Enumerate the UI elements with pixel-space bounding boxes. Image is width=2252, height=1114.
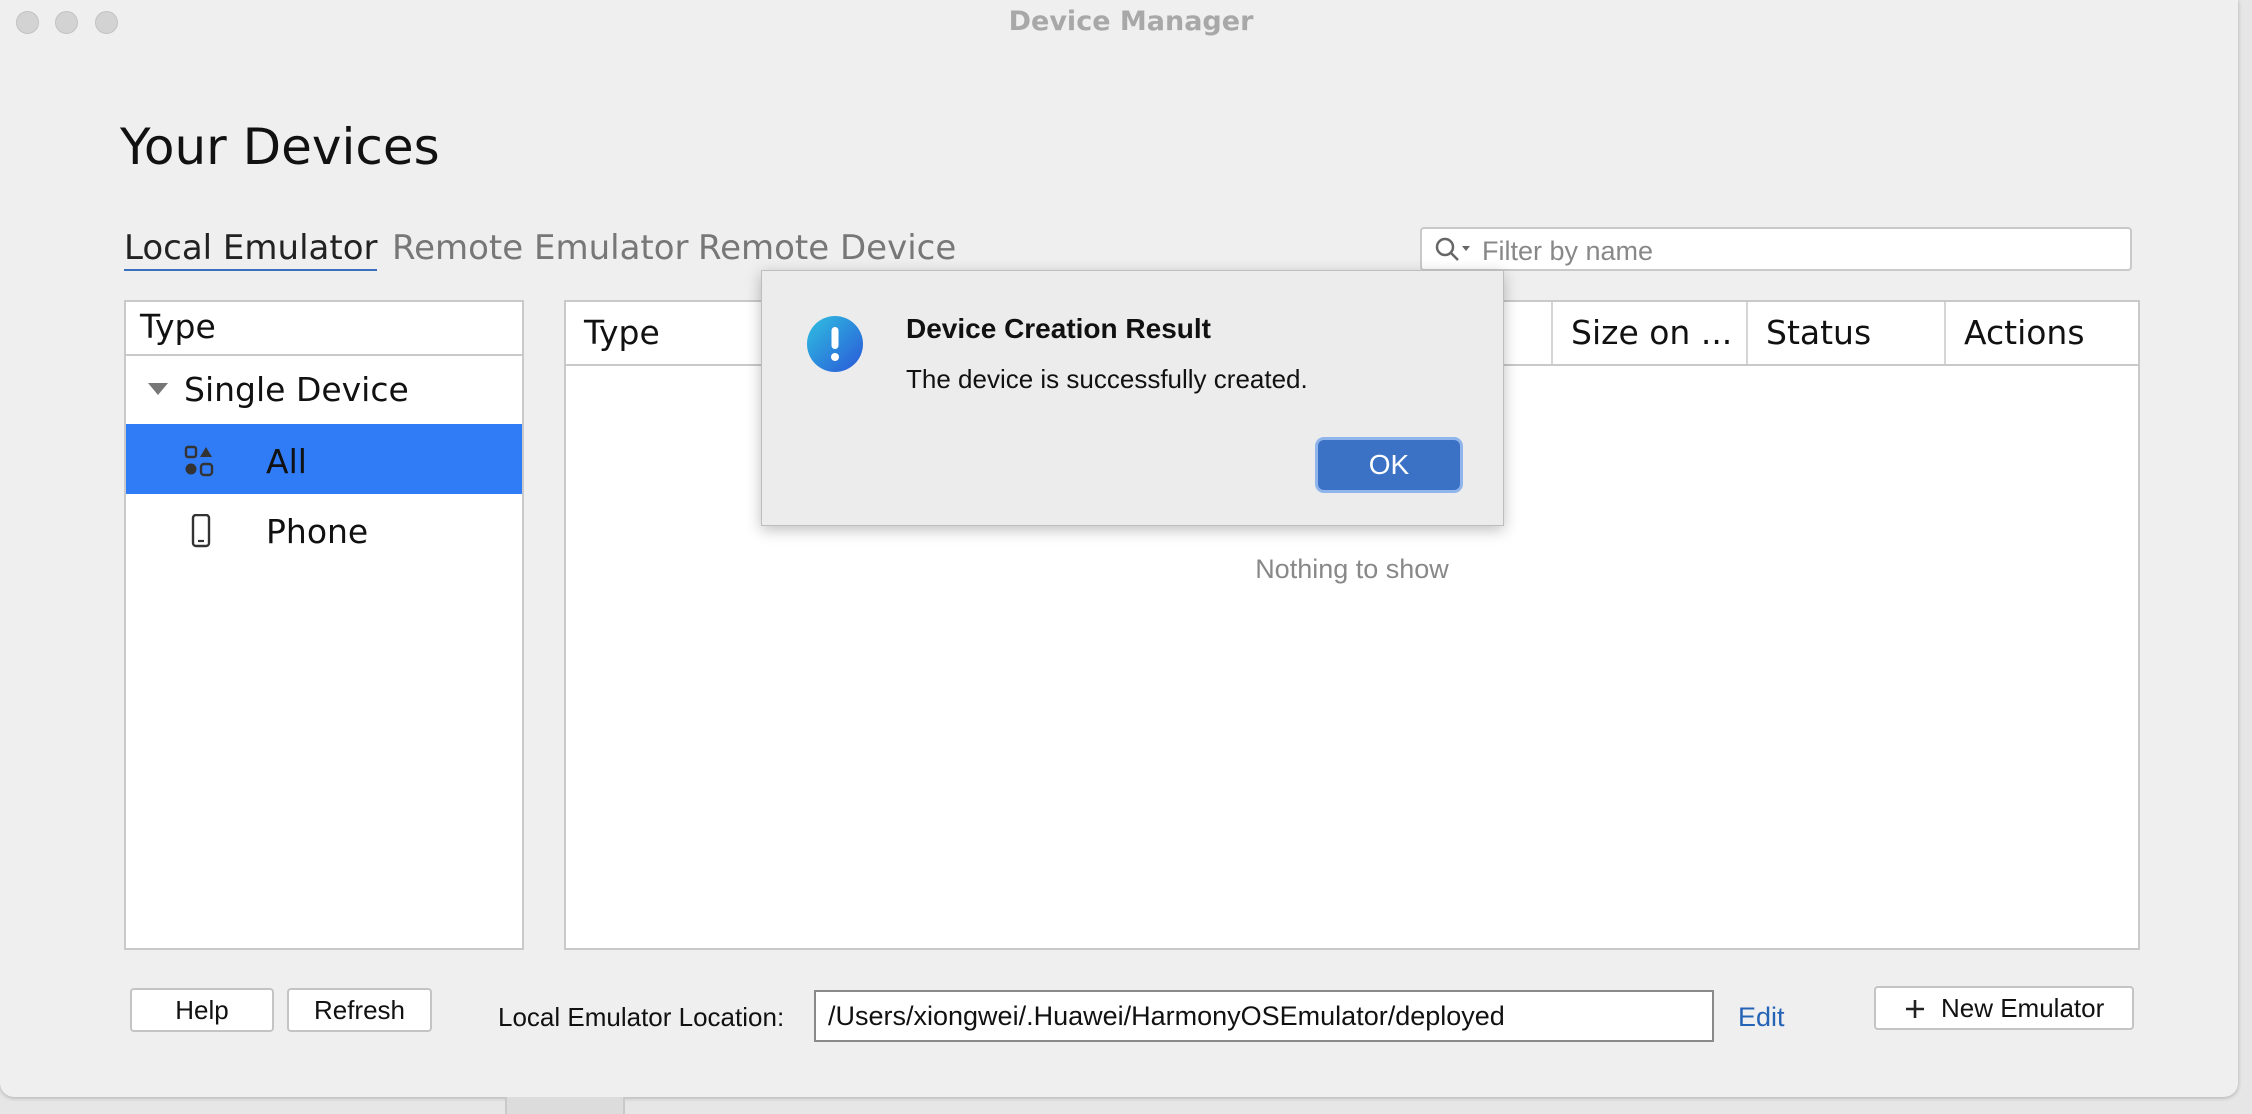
new-emulator-label: New Emulator [1940, 993, 2105, 1023]
grid-shapes-icon [184, 444, 218, 486]
type-item-phone[interactable]: Phone [126, 494, 522, 564]
emulator-location-label: Local Emulator Location: [498, 1002, 785, 1032]
empty-table-message: Nothing to show [1255, 554, 1449, 584]
edit-location-link[interactable]: Edit [1738, 1002, 1785, 1033]
device-creation-result-dialog: Device Creation Result The device is suc… [761, 270, 1504, 526]
help-button[interactable]: Help [130, 988, 274, 1032]
background-window-edge [505, 1097, 625, 1114]
emulator-location-field[interactable] [814, 990, 1714, 1042]
exclamation-icon [806, 315, 864, 378]
ok-button[interactable]: OK [1318, 440, 1460, 490]
new-emulator-button[interactable]: New Emulator [1874, 986, 2134, 1030]
type-item-phone-label: Phone [266, 512, 369, 551]
device-manager-window: Device Manager Your Devices Local Emulat… [0, 0, 2238, 1097]
tab-remote-device[interactable]: Remote Device [698, 228, 956, 268]
filter-search-box[interactable] [1420, 227, 2132, 271]
phone-icon [184, 513, 218, 556]
dialog-message: The device is successfully created. [906, 364, 1308, 394]
tab-remote-emulator[interactable]: Remote Emulator [392, 228, 689, 268]
device-type-panel: Type Single Device All Phone [124, 300, 524, 950]
single-device-group[interactable]: Single Device [126, 356, 522, 424]
plus-icon [1904, 993, 1941, 1023]
page-title: Your Devices [120, 118, 440, 176]
type-item-all-label: All [266, 442, 307, 481]
single-device-label: Single Device [184, 370, 409, 409]
search-filter-icon[interactable] [1434, 236, 1474, 269]
column-header-actions[interactable]: Actions [1946, 302, 2136, 364]
window-title: Device Manager [1008, 6, 1254, 37]
column-header-status[interactable]: Status [1748, 302, 1944, 364]
dialog-title: Device Creation Result [906, 313, 1211, 344]
column-header-size[interactable]: Size on ... [1553, 302, 1748, 364]
type-panel-header: Type [126, 302, 522, 356]
type-item-all[interactable]: All [126, 424, 522, 494]
filter-by-name-input[interactable] [1480, 233, 2124, 269]
tab-local-emulator[interactable]: Local Emulator [124, 228, 378, 271]
collapse-triangle-icon[interactable] [148, 382, 168, 395]
refresh-button[interactable]: Refresh [287, 988, 432, 1032]
